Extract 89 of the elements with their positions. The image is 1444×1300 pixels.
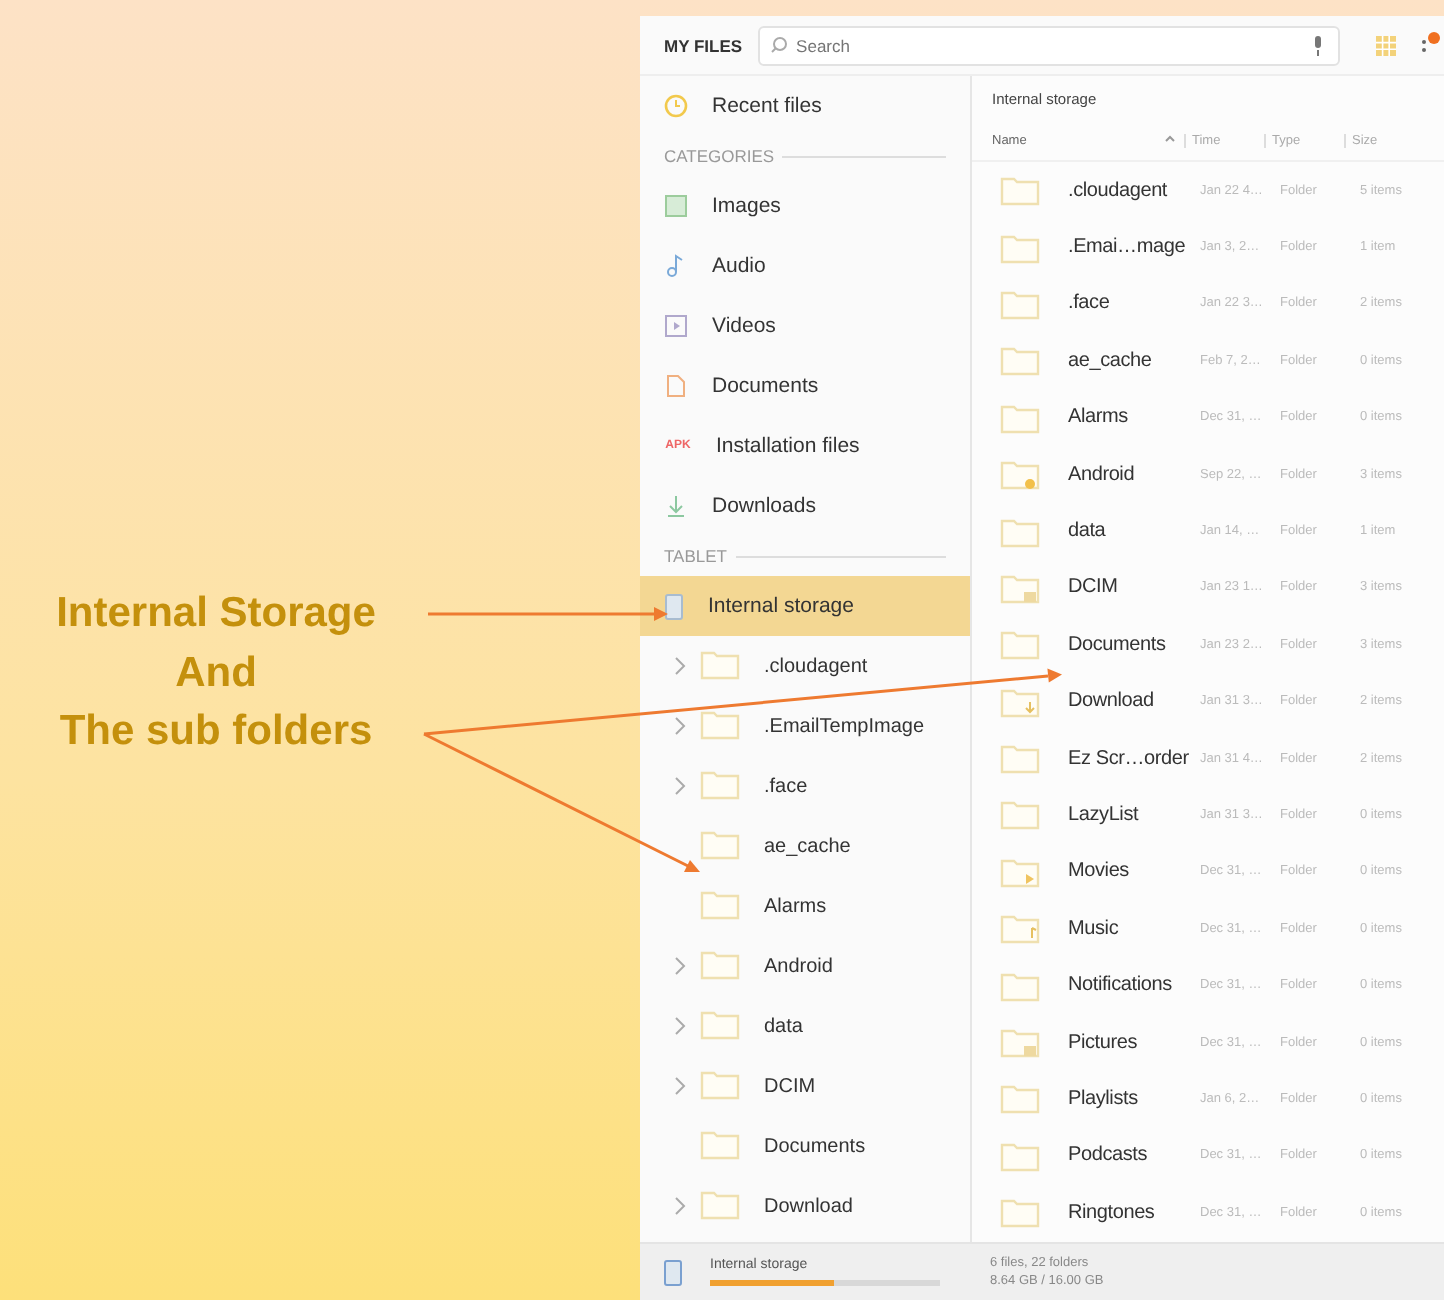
file-name[interactable]: Playlists [1068,1087,1200,1110]
search-icon [770,35,789,53]
folder-icon [700,1007,740,1039]
folder-tree-item[interactable]: .cloudagent [640,636,970,696]
file-name[interactable]: Ringtones [1068,1201,1200,1224]
annotation-text: Internal Storage And The sub folders [54,588,378,758]
folder-icon [700,887,740,919]
sidebar-item[interactable]: Audio [640,236,970,296]
file-name[interactable]: Alarms [1068,406,1200,429]
folder-icon [700,707,740,739]
folder-icon [1000,628,1040,661]
chevron-icon[interactable] [672,1016,688,1036]
chevron-icon[interactable] [672,956,688,976]
sidebar-item[interactable]: Videos [640,296,970,356]
folder-icon [1000,344,1040,377]
folder-icon [1000,571,1040,604]
file-name[interactable]: Pictures [1068,1031,1200,1054]
document-icon [664,374,688,398]
folder-tree-item[interactable]: Android [640,936,970,996]
chevron-icon[interactable] [672,776,688,796]
clock-icon [664,94,688,118]
folder-icon [1000,401,1040,434]
grid-icon[interactable] [1376,35,1396,55]
folder-icon [700,1127,740,1159]
folder-icon [1000,515,1040,548]
folder-tree-item[interactable]: Alarms [640,876,970,936]
file-name[interactable]: .face [1068,292,1200,315]
folder-icon [700,1067,740,1099]
file-name[interactable]: ae_cache [1068,349,1200,372]
file-name[interactable]: DCIM [1068,576,1200,599]
folder-icon [700,1187,740,1219]
folder-icon [700,767,740,799]
file-name[interactable]: LazyList [1068,803,1200,826]
video-icon [664,314,688,338]
folder-tree-item[interactable]: ae_cache [640,816,970,876]
folder-icon [1000,1026,1040,1059]
sidebar-item[interactable]: Documents [640,356,970,416]
sidebar-item[interactable]: Internal storage [640,576,970,636]
chevron-icon[interactable] [672,1196,688,1216]
search-field[interactable]: Search [758,25,1340,65]
file-name[interactable]: .Emai…mage [1068,236,1200,259]
folder-tree-item[interactable]: Documents [640,1116,970,1176]
folder-icon [700,947,740,979]
folder-tree-item[interactable]: data [640,996,970,1056]
file-name[interactable]: .cloudagent [1068,179,1200,202]
folder-icon [1000,685,1040,718]
folder-icon [1000,1139,1040,1172]
folder-tree-item[interactable]: .face [640,756,970,816]
folder-icon [1000,798,1040,831]
folder-icon [1000,1196,1040,1229]
music-note-icon [664,254,688,278]
file-name[interactable]: Download [1068,690,1200,713]
chevron-icon[interactable] [672,656,688,676]
folder-icon [1000,742,1040,775]
tablet-icon [664,593,684,619]
microphone-icon[interactable] [1312,35,1324,55]
folder-tree-item[interactable]: DCIM [640,1056,970,1116]
folder-icon [700,647,740,679]
folder-tree-item[interactable]: Download [640,1176,970,1236]
chevron-icon[interactable] [672,716,688,736]
tablet-icon [664,1259,682,1285]
folder-tree-item[interactable]: .EmailTempImage [640,696,970,756]
image-icon [664,194,688,218]
file-name[interactable]: Podcasts [1068,1144,1200,1167]
section-label: TABLET [664,546,727,566]
folder-icon [1000,287,1040,320]
file-name[interactable]: Movies [1068,860,1200,883]
folder-icon [1000,174,1040,207]
sidebar-item[interactable]: Downloads [640,476,970,536]
sort-up-icon[interactable] [1164,133,1176,141]
section-label: CATEGORIES [664,146,775,166]
folder-icon [700,827,740,859]
folder-icon [1000,1082,1040,1115]
download-icon [664,494,688,518]
folder-icon [1000,458,1040,491]
folder-icon [1000,231,1040,264]
sidebar-item[interactable]: Images [640,176,970,236]
file-name[interactable]: Ez Scr…order [1068,747,1200,770]
file-name[interactable]: Documents [1068,633,1200,656]
app-title: MY FILES [664,35,743,55]
file-name[interactable]: Android [1068,463,1200,486]
folder-icon [1000,912,1040,945]
folder-icon [1000,969,1040,1002]
sidebar-item[interactable]: Recent files [640,76,970,136]
file-name[interactable]: Music [1068,917,1200,940]
file-name[interactable]: data [1068,520,1200,543]
file-name[interactable]: Notifications [1068,974,1200,997]
chevron-icon[interactable] [672,1076,688,1096]
folder-icon [1000,855,1040,888]
